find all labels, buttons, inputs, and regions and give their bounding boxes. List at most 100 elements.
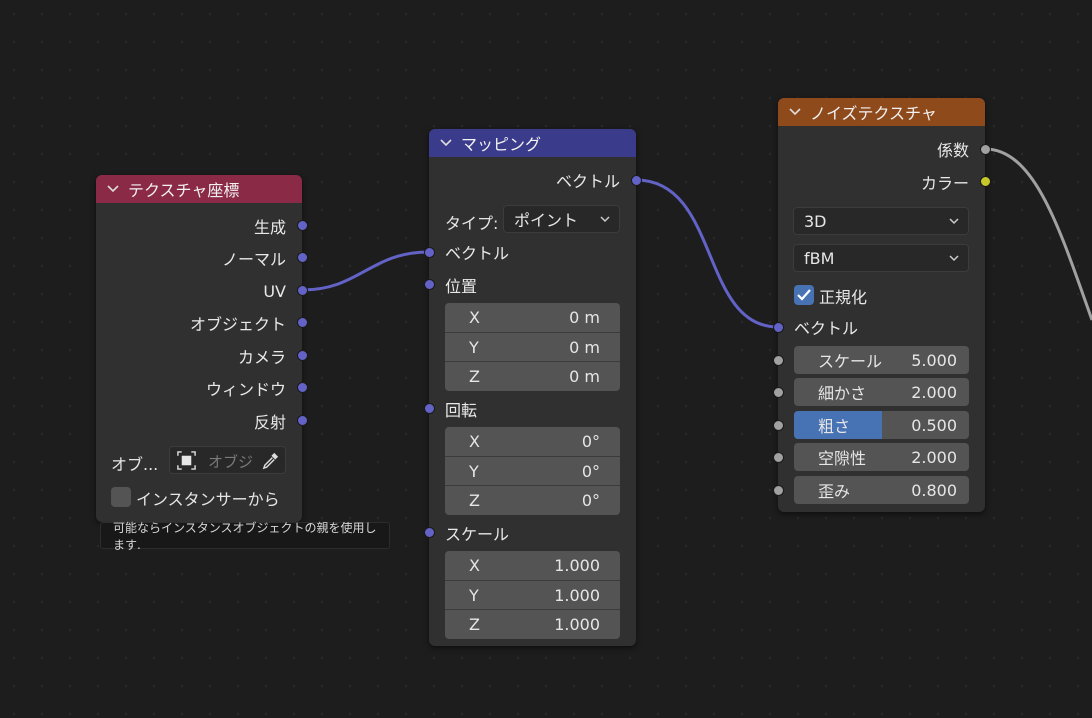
socket-window-output[interactable] bbox=[297, 382, 308, 393]
rotation-z-field[interactable]: Z 0° bbox=[445, 485, 620, 514]
field-label: 粗さ bbox=[818, 417, 851, 436]
output-row-color: カラー bbox=[921, 170, 969, 194]
field-value: 1.000 bbox=[554, 614, 600, 634]
socket-detail-input[interactable] bbox=[773, 387, 784, 398]
noise-texture-node[interactable]: ノイズテクスチャ 係数 カラー 3D fBM 正規化 ベクトル スケール 5.0… bbox=[778, 98, 985, 512]
field-value: 0.800 bbox=[911, 480, 957, 500]
socket-scale-input[interactable] bbox=[773, 355, 784, 366]
noise-type-dropdown[interactable]: fBM bbox=[793, 244, 969, 272]
socket-mapping-vector-output[interactable] bbox=[631, 175, 642, 186]
scale-vector-fields: X 1.000 Y 1.000 Z 1.000 bbox=[445, 551, 620, 639]
roughness-slider[interactable]: 粗さ 0.500 bbox=[794, 411, 969, 439]
tooltip: 可能ならインスタンスオブジェクトの親を使用します. bbox=[100, 521, 390, 552]
field-value: 5.000 bbox=[911, 350, 957, 370]
scale-x-field[interactable]: X 1.000 bbox=[445, 551, 620, 580]
chevron-down-icon bbox=[600, 216, 610, 223]
axis-label: Z bbox=[469, 366, 480, 386]
socket-generated-output[interactable] bbox=[297, 220, 308, 231]
socket-camera-output[interactable] bbox=[297, 350, 308, 361]
object-picker-field[interactable]: オブジ bbox=[169, 446, 286, 474]
socket-label: 反射 bbox=[253, 413, 286, 432]
rotation-y-field[interactable]: Y 0° bbox=[445, 456, 620, 485]
output-row-object: オブジェクト bbox=[190, 311, 286, 335]
chevron-down-icon[interactable] bbox=[106, 182, 120, 196]
socket-noise-vector-input[interactable] bbox=[773, 322, 784, 333]
socket-uv-output[interactable] bbox=[297, 285, 308, 296]
distortion-field[interactable]: 歪み 0.800 bbox=[794, 476, 969, 504]
socket-label: カメラ bbox=[237, 348, 286, 367]
field-label: 細かさ bbox=[818, 384, 867, 403]
output-row-generated: 生成 bbox=[254, 214, 286, 238]
eyedropper-icon[interactable] bbox=[261, 451, 280, 470]
node-header[interactable]: ノイズテクスチャ bbox=[778, 98, 985, 126]
lacunarity-field[interactable]: 空隙性 2.000 bbox=[794, 443, 969, 471]
input-row-scale: スケール bbox=[445, 521, 509, 545]
normalize-checkbox[interactable] bbox=[794, 285, 814, 305]
scale-field[interactable]: スケール 5.000 bbox=[794, 346, 969, 374]
detail-field[interactable]: 細かさ 2.000 bbox=[794, 378, 969, 406]
dropdown-value: ポイント bbox=[514, 211, 579, 230]
socket-label: ベクトル bbox=[445, 244, 510, 263]
node-title: ノイズテクスチャ bbox=[810, 104, 937, 123]
location-y-field[interactable]: Y 0 m bbox=[445, 332, 620, 361]
socket-label: ノーマル bbox=[221, 250, 286, 269]
socket-roughness-input[interactable] bbox=[773, 420, 784, 431]
socket-label: ベクトル bbox=[794, 319, 859, 338]
socket-label: ウィンドウ bbox=[205, 380, 286, 399]
node-editor-canvas[interactable]: テクスチャ座標 生成 ノーマル UV オブジェクト カメラ ウィンドウ 反射 オ… bbox=[0, 0, 1092, 718]
location-x-field[interactable]: X 0 m bbox=[445, 303, 620, 332]
socket-lacunarity-input[interactable] bbox=[773, 452, 784, 463]
axis-label: X bbox=[469, 556, 480, 575]
axis-label: Y bbox=[469, 461, 479, 481]
socket-distortion-input[interactable] bbox=[773, 485, 784, 496]
socket-label: 生成 bbox=[253, 218, 286, 237]
socket-fac-output[interactable] bbox=[980, 144, 991, 155]
socket-label: 係数 bbox=[936, 141, 969, 160]
normalize-label[interactable]: 正規化 bbox=[819, 284, 867, 308]
output-row-reflection: 反射 bbox=[254, 409, 286, 433]
rotation-vector-fields: X 0° Y 0° Z 0° bbox=[445, 427, 620, 515]
node-header[interactable]: マッピング bbox=[429, 129, 636, 157]
scale-z-field[interactable]: Z 1.000 bbox=[445, 609, 620, 638]
socket-object-output[interactable] bbox=[297, 317, 308, 328]
axis-label: Y bbox=[469, 585, 479, 605]
socket-color-output[interactable] bbox=[980, 176, 991, 187]
socket-reflection-output[interactable] bbox=[297, 415, 308, 426]
input-row-vector: ベクトル bbox=[794, 315, 858, 339]
socket-location-input[interactable] bbox=[424, 279, 435, 290]
scale-y-field[interactable]: Y 1.000 bbox=[445, 580, 620, 609]
mapping-type-dropdown[interactable]: ポイント bbox=[503, 205, 620, 233]
rotation-x-field[interactable]: X 0° bbox=[445, 427, 620, 456]
socket-scale-input[interactable] bbox=[424, 527, 435, 538]
output-row-vector: ベクトル bbox=[556, 168, 620, 192]
axis-label: X bbox=[469, 432, 480, 451]
link-uv-to-mapping-vector bbox=[301, 250, 430, 292]
socket-rotation-input[interactable] bbox=[424, 403, 435, 414]
field-value: 0° bbox=[581, 461, 600, 481]
socket-label: ベクトル bbox=[555, 172, 620, 191]
chevron-down-icon[interactable] bbox=[439, 136, 453, 150]
object-field-label: オブ... bbox=[111, 455, 159, 474]
socket-normal-output[interactable] bbox=[297, 252, 308, 263]
from-instancer-checkbox[interactable] bbox=[111, 487, 131, 507]
link-noise-fac-out bbox=[984, 147, 1092, 321]
chevron-down-icon bbox=[949, 255, 959, 262]
node-header[interactable]: テクスチャ座標 bbox=[96, 175, 302, 203]
location-z-field[interactable]: Z 0 m bbox=[445, 361, 620, 390]
texture-coordinate-node[interactable]: テクスチャ座標 生成 ノーマル UV オブジェクト カメラ ウィンドウ 反射 オ… bbox=[96, 175, 302, 522]
chevron-down-icon[interactable] bbox=[788, 105, 802, 119]
mapping-node[interactable]: マッピング ベクトル タイプ: ポイント ベクトル 位置 X 0 m Y 0 m Z… bbox=[429, 129, 636, 646]
output-row-camera: カメラ bbox=[238, 344, 286, 368]
object-field-placeholder: オブジ bbox=[208, 453, 254, 471]
location-vector-fields: X 0 m Y 0 m Z 0 m bbox=[445, 303, 620, 391]
dimensions-dropdown[interactable]: 3D bbox=[793, 207, 969, 235]
field-value: 2.000 bbox=[911, 447, 957, 467]
field-value: 1.000 bbox=[554, 585, 600, 605]
node-title: テクスチャ座標 bbox=[128, 181, 240, 200]
axis-label: Y bbox=[469, 337, 479, 357]
field-label: 空隙性 bbox=[818, 449, 867, 468]
axis-label: Z bbox=[469, 490, 480, 510]
socket-mapping-vector-input[interactable] bbox=[424, 247, 435, 258]
from-instancer-label[interactable]: インスタンサーから bbox=[136, 486, 280, 510]
node-title: マッピング bbox=[461, 135, 542, 154]
